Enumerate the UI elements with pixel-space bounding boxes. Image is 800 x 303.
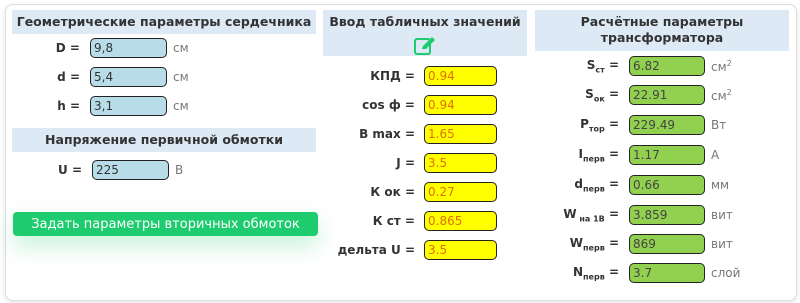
field-label: B max =	[359, 127, 415, 141]
unit-label: А	[711, 148, 720, 162]
unit-label: вит	[711, 237, 733, 251]
edit-icon[interactable]	[414, 36, 436, 56]
field-label: h =	[57, 99, 80, 113]
table-header: Ввод табличных значений	[323, 10, 527, 56]
calc-row: Sст = см2	[535, 56, 732, 76]
p-tor-output[interactable]	[629, 115, 705, 135]
field-label: КПД =	[370, 69, 415, 83]
field-label: Nперв =	[572, 264, 619, 282]
i-perv-output[interactable]	[629, 145, 705, 165]
field-label: W на 1В =	[563, 206, 619, 224]
w-perv-output[interactable]	[629, 234, 705, 254]
unit-label: см	[173, 99, 189, 113]
calc-row: Sок = см2	[535, 85, 732, 105]
table-title: Ввод табличных значений	[329, 14, 521, 29]
field-label: J =	[396, 156, 415, 170]
unit-label: Вт	[711, 118, 727, 132]
calc-title-line2: трансформатора	[600, 30, 724, 45]
k-st-input[interactable]	[424, 211, 497, 231]
unit-label: см	[173, 41, 189, 55]
field-label: Wперв =	[569, 235, 619, 253]
unit-label: слой	[711, 266, 741, 280]
calc-row: Pтор = Вт	[535, 115, 726, 135]
k-ok-input[interactable]	[424, 182, 497, 202]
core-section: Геометрические параметры сердечника D = …	[12, 10, 316, 180]
d-perv-output[interactable]	[629, 175, 705, 195]
calc-row: Nперв = слой	[535, 263, 740, 283]
s-ok-output[interactable]	[629, 85, 705, 105]
table-row: B max =	[323, 124, 497, 144]
unit-label: В	[175, 163, 184, 177]
calc-title-line1: Расчётные параметры	[580, 14, 744, 29]
delta-u-input[interactable]	[424, 240, 497, 260]
current-density-input[interactable]	[424, 153, 497, 173]
calc-header: Расчётные параметры трансформатора	[535, 10, 789, 51]
field-U: U = В	[12, 160, 183, 180]
table-section: Ввод табличных значений КПД = cos ф = B …	[323, 10, 527, 260]
calc-row: W на 1В = вит	[535, 205, 733, 225]
unit-label: см2	[711, 58, 732, 74]
field-label: U =	[58, 163, 82, 177]
n-perv-output[interactable]	[629, 263, 705, 283]
s-st-output[interactable]	[629, 56, 705, 76]
field-label: Pтор =	[580, 116, 619, 134]
core-d-outer-input[interactable]	[90, 38, 167, 58]
field-label: К ст =	[372, 214, 415, 228]
field-label: dперв =	[574, 176, 619, 194]
table-row: J =	[323, 153, 497, 173]
core-h-input[interactable]	[90, 96, 167, 116]
primary-title: Напряжение первичной обмотки	[12, 128, 316, 152]
bmax-input[interactable]	[424, 124, 497, 144]
cos-phi-input[interactable]	[424, 95, 497, 115]
calc-section: Расчётные параметры трансформатора Sст =…	[535, 10, 789, 283]
field-label: Sок =	[585, 86, 619, 104]
field-label: Iперв =	[578, 146, 619, 164]
unit-label: см	[173, 70, 189, 84]
field-label: d =	[57, 70, 80, 84]
field-label: дельта U =	[337, 243, 415, 257]
field-d: d = см	[12, 67, 189, 87]
core-title: Геометрические параметры сердечника	[12, 10, 316, 34]
set-secondary-windings-button[interactable]: Задать параметры вторичных обмоток	[13, 212, 318, 236]
unit-label: вит	[711, 208, 733, 222]
table-row: К ок =	[323, 182, 497, 202]
calc-row: Wперв = вит	[535, 234, 733, 254]
field-label: cos ф =	[362, 98, 415, 112]
unit-label: мм	[711, 178, 730, 192]
table-row: К ст =	[323, 211, 497, 231]
table-row: дельта U =	[323, 240, 497, 260]
field-h: h = см	[12, 96, 189, 116]
calc-row: dперв = мм	[535, 175, 729, 195]
unit-label: см2	[711, 87, 732, 103]
table-row: КПД =	[323, 66, 497, 86]
table-row: cos ф =	[323, 95, 497, 115]
voltage-input[interactable]	[92, 160, 169, 180]
calc-row: Iперв = А	[535, 145, 719, 165]
field-label: К ок =	[370, 185, 415, 199]
core-d-inner-input[interactable]	[90, 67, 167, 87]
efficiency-input[interactable]	[424, 66, 497, 86]
w-per-volt-output[interactable]	[629, 205, 705, 225]
field-label: D =	[55, 41, 80, 55]
field-D: D = см	[12, 38, 189, 58]
field-label: Sст =	[586, 57, 619, 75]
